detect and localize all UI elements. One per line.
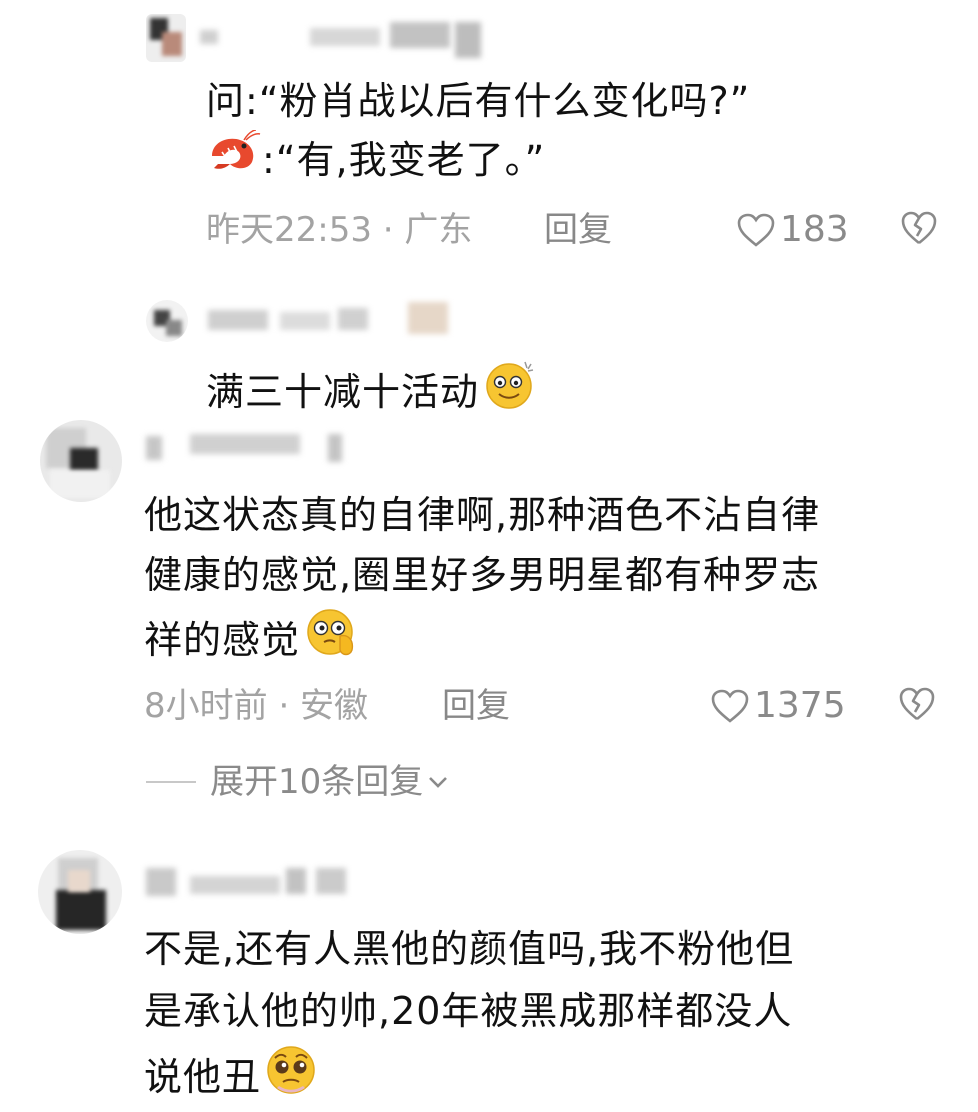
heart-icon	[737, 213, 775, 247]
comment-text-line-3: 祥的感觉	[144, 606, 362, 674]
comment-question: 问:“粉肖战以后有什么变化吗?”	[206, 79, 751, 123]
avatar[interactable]	[146, 14, 186, 62]
comment-time-location: 8小时前 · 安徽	[144, 686, 369, 726]
comment-time-location: 昨天22:53 · 广东	[206, 210, 473, 250]
like-count: 183	[780, 209, 849, 250]
comment-text-line-2: 健康的感觉,圈里好多男明星都有种罗志	[144, 553, 821, 597]
like-count: 1375	[754, 685, 846, 726]
thinking-emoji	[302, 606, 362, 674]
chevron-down-icon	[429, 777, 448, 788]
dislike-button[interactable]	[900, 210, 938, 250]
reply-button[interactable]: 回复	[442, 686, 510, 726]
like-button[interactable]: 1375	[710, 686, 846, 726]
sweat-smile-emoji	[483, 358, 537, 426]
comment-text-line-2: 是承认他的帅,20年被黑成那样都没人	[144, 989, 793, 1033]
reply-button[interactable]: 回复	[544, 210, 612, 250]
broken-heart-icon	[901, 211, 937, 245]
comment-text: 满三十减十活动	[206, 358, 537, 426]
expand-replies-button[interactable]: 展开10条回复	[146, 762, 449, 802]
like-button[interactable]: 183	[736, 210, 849, 250]
avatar[interactable]	[146, 300, 188, 342]
comment-answer: : “有,我变老了。”	[206, 129, 545, 190]
avatar[interactable]	[38, 850, 122, 934]
comment-text-line-1: 他这状态真的自律啊,那种酒色不沾自律	[144, 493, 821, 537]
heart-icon	[711, 689, 749, 723]
username-blurred[interactable]	[208, 302, 458, 336]
comment-text-line-3: 说他丑	[144, 1042, 319, 1112]
username-blurred[interactable]	[146, 430, 356, 464]
shrimp-icon	[206, 129, 262, 190]
username-blurred[interactable]	[146, 862, 366, 896]
broken-heart-icon	[899, 687, 935, 721]
expand-replies-label: 展开10条回复	[210, 762, 424, 802]
pleading-emoji	[263, 1042, 319, 1112]
avatar[interactable]	[40, 420, 122, 502]
divider	[146, 781, 196, 783]
username-blurred[interactable]	[200, 22, 490, 58]
dislike-button[interactable]	[898, 686, 936, 726]
comment-text-line-1: 不是,还有人黑他的颜值吗,我不粉他但	[144, 927, 795, 971]
